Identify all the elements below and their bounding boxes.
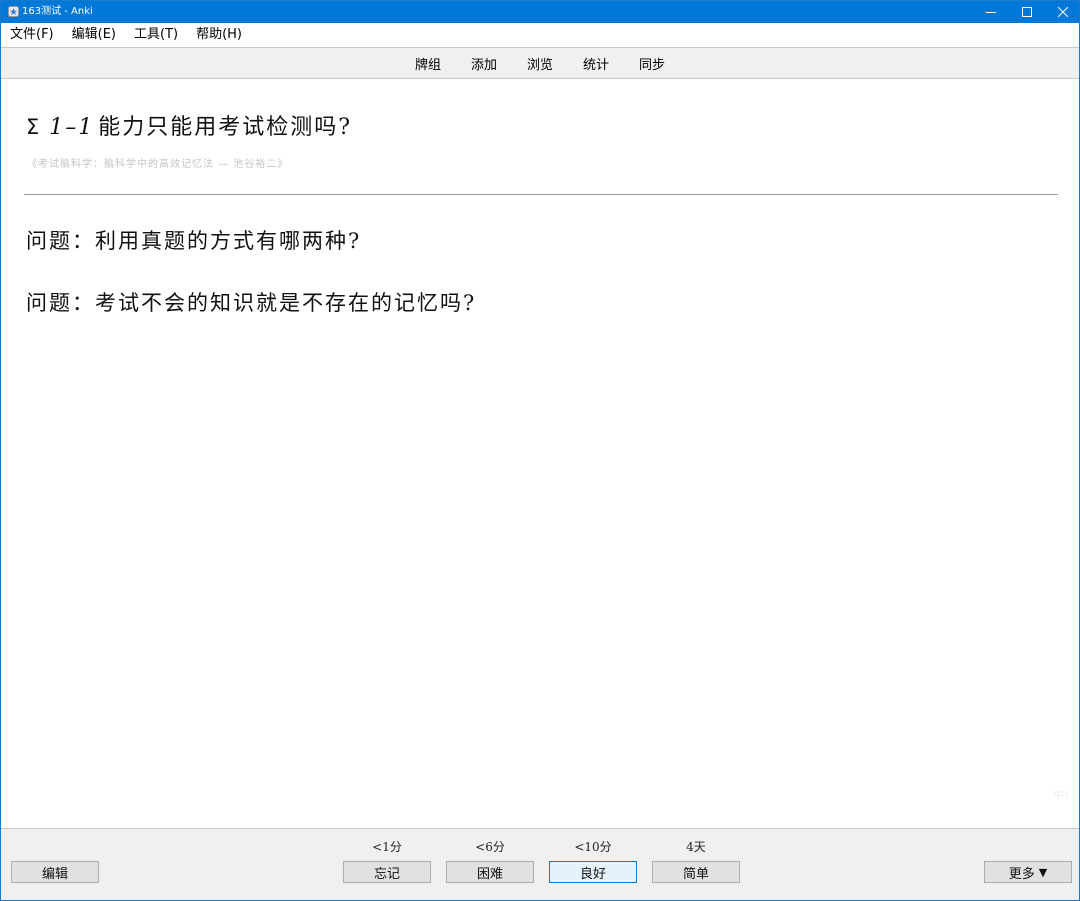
sigma-symbol: Σ <box>26 115 42 139</box>
menu-tools[interactable]: 工具(T) <box>125 23 187 47</box>
hard-button[interactable]: 困难 <box>446 861 534 883</box>
easy-button[interactable]: 简单 <box>652 861 740 883</box>
card-title-number: 1–1 <box>49 115 95 140</box>
answer-bar: 编辑 <1分 <6分 <10分 4天 忘记 困难 良好 简单 更多 ▼ <box>1 828 1079 900</box>
card-title: Σ 1–1 能力只能用考试检测吗? <box>26 109 352 141</box>
more-button[interactable]: 更多 ▼ <box>984 861 1072 883</box>
main-toolbar: 牌组 添加 浏览 统计 同步 <box>1 47 1079 79</box>
interval-good: <10分 <box>574 840 612 854</box>
close-button[interactable] <box>1045 1 1079 23</box>
interval-hard: <6分 <box>475 840 505 854</box>
toolbar-sync-link[interactable]: 同步 <box>624 54 680 73</box>
interval-again: <1分 <box>372 840 402 854</box>
card-source: 《考试脑科学：脑科学中的高效记忆法 — 池谷裕二》 <box>27 159 289 170</box>
title-bar[interactable]: 163测试 - Anki <box>1 1 1079 23</box>
interval-easy: 4天 <box>686 840 706 854</box>
anki-app-icon <box>8 6 19 17</box>
edit-button[interactable]: 编辑 <box>11 861 99 883</box>
toolbar-stats-link[interactable]: 统计 <box>568 54 624 73</box>
toolbar-browse-link[interactable]: 浏览 <box>512 54 568 73</box>
menu-edit[interactable]: 编辑(E) <box>63 23 125 47</box>
maximize-icon <box>1022 7 1032 17</box>
card-question-2: 问题：考试不会的知识就是不存在的记忆吗? <box>26 291 477 315</box>
dropdown-arrow-icon: ▼ <box>1038 865 1048 879</box>
menu-file[interactable]: 文件(F) <box>1 23 63 47</box>
minimize-button[interactable] <box>973 1 1009 23</box>
window-title: 163测试 - Anki <box>22 6 93 17</box>
menu-help[interactable]: 帮助(H) <box>187 23 251 47</box>
card-review-area: Σ 1–1 能力只能用考试检测吗? 《考试脑科学：脑科学中的高效记忆法 — 池谷裕二… <box>1 79 1079 827</box>
card-divider <box>24 194 1058 195</box>
close-icon <box>1058 7 1068 17</box>
anki-window: 163测试 - Anki 文件(F) 编辑(E) 工具(T) 帮助(H) 牌组 … <box>0 0 1080 901</box>
minimize-icon <box>986 12 996 13</box>
menu-bar: 文件(F) 编辑(E) 工具(T) 帮助(H) <box>1 23 1079 47</box>
good-button[interactable]: 良好 <box>549 861 637 883</box>
again-button[interactable]: 忘记 <box>343 861 431 883</box>
toolbar-decks-link[interactable]: 牌组 <box>400 54 456 73</box>
card-question-1: 问题：利用真题的方式有哪两种? <box>26 229 362 253</box>
toolbar-add-link[interactable]: 添加 <box>456 54 512 73</box>
card-title-text: 能力只能用考试检测吗? <box>98 115 353 140</box>
resize-grip[interactable]: :::: <box>1053 789 1069 799</box>
more-button-label: 更多 <box>1008 866 1035 882</box>
maximize-button[interactable] <box>1009 1 1045 23</box>
